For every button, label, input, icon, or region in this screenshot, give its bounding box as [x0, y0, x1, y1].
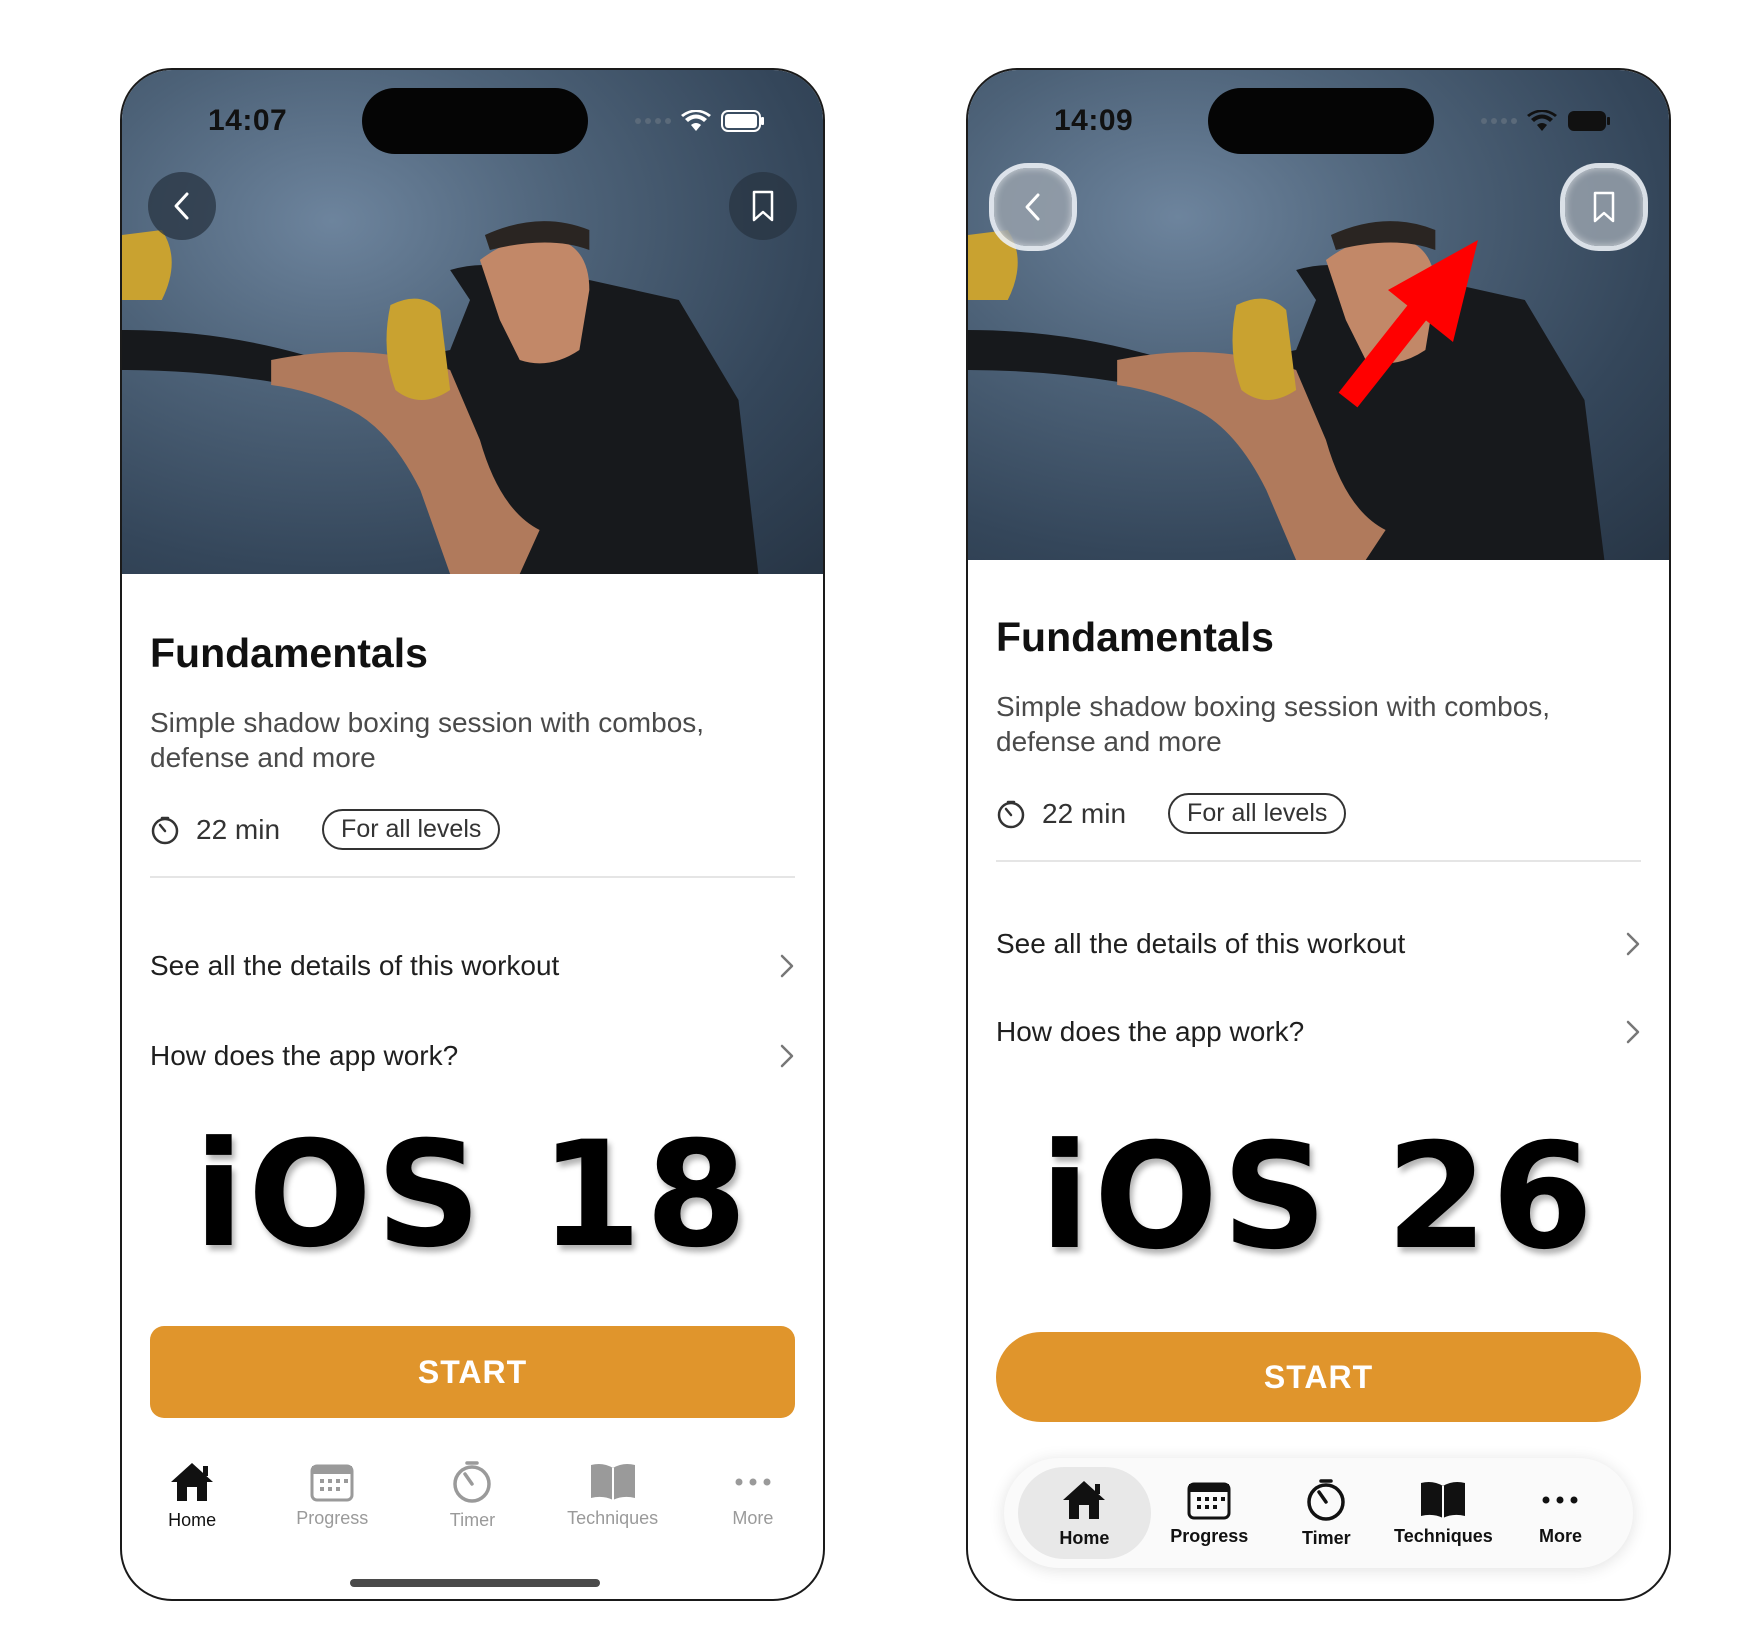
tab-techniques[interactable]: Techniques	[1385, 1458, 1502, 1568]
details-link-label: See all the details of this workout	[150, 950, 560, 981]
workout-title: Fundamentals	[150, 630, 428, 676]
how-it-works-link[interactable]: How does the app work?	[996, 1016, 1641, 1048]
workout-info: Fundamentals Simple shadow boxing sessio…	[150, 630, 795, 1072]
tab-label: Techniques	[567, 1507, 659, 1528]
level-badge: For all levels	[322, 809, 501, 850]
bookmark-button[interactable]	[1565, 168, 1643, 246]
hero-image: 14:09	[968, 70, 1669, 560]
book-icon	[590, 1463, 635, 1500]
chevron-right-icon	[780, 954, 794, 978]
tab-timer[interactable]: Timer	[1268, 1458, 1385, 1568]
status-time: 14:07	[208, 104, 288, 137]
home-icon	[171, 1462, 214, 1501]
workout-title: Fundamentals	[996, 614, 1274, 660]
chevron-right-icon	[1626, 1020, 1640, 1044]
workout-info: Fundamentals Simple shadow boxing sessio…	[996, 614, 1641, 1048]
how-it-works-link[interactable]: How does the app work?	[150, 1040, 795, 1072]
dynamic-island	[362, 88, 588, 154]
timer-icon	[453, 1460, 492, 1503]
calendar-icon	[310, 1464, 354, 1501]
start-button[interactable]: START	[996, 1332, 1641, 1422]
battery-icon	[721, 110, 764, 132]
tab-label: Home	[168, 1509, 217, 1530]
tab-label: More	[732, 1507, 774, 1528]
phone-ios18: 14:07 Fundamentals Simple shadow boxing …	[120, 68, 825, 1601]
book-icon	[1421, 1481, 1466, 1518]
tab-label: Home	[1059, 1527, 1110, 1548]
os-version-label: iOS 18	[193, 1110, 752, 1280]
timer-icon	[1307, 1478, 1346, 1521]
workout-meta: 22 min For all levels	[150, 809, 795, 850]
status-time: 14:09	[1054, 104, 1134, 137]
tab-home[interactable]: Home	[132, 1450, 252, 1540]
signal-icon	[1481, 118, 1517, 124]
details-link[interactable]: See all the details of this workout	[996, 928, 1641, 960]
bookmark-icon	[1593, 191, 1615, 223]
tab-label: Progress	[1170, 1525, 1249, 1546]
hero-image: 14:07	[122, 70, 823, 574]
chevron-left-icon	[174, 192, 189, 220]
timer-icon	[151, 816, 179, 844]
duration-label: 22 min	[1042, 797, 1127, 829]
tab-label: More	[1538, 1525, 1582, 1546]
battery-icon	[1568, 111, 1610, 131]
timer-icon	[997, 800, 1025, 828]
details-link-label: See all the details of this workout	[996, 928, 1406, 959]
workout-meta: 22 min For all levels	[996, 793, 1641, 834]
tab-label: Timer	[449, 1509, 496, 1530]
tab-more[interactable]: More	[693, 1450, 813, 1540]
tab-timer[interactable]: Timer	[412, 1450, 532, 1540]
annotation-arrow	[1338, 240, 1478, 408]
tab-label: Timer	[1301, 1527, 1351, 1548]
how-it-works-label: How does the app work?	[996, 1016, 1305, 1047]
home-indicator	[350, 1579, 600, 1587]
dynamic-island	[1208, 88, 1434, 154]
bookmark-icon	[752, 190, 774, 222]
status-icons	[635, 110, 765, 132]
calendar-icon	[1187, 1482, 1231, 1519]
chevron-right-icon	[780, 1044, 794, 1068]
chevron-left-icon	[1025, 193, 1040, 221]
phone-ios26: 14:09 Fundamentals Simple shadow boxing …	[966, 68, 1671, 1601]
tab-progress[interactable]: Progress	[1151, 1458, 1268, 1568]
tab-label: Techniques	[1394, 1525, 1493, 1546]
back-button[interactable]	[994, 168, 1072, 246]
duration-label: 22 min	[196, 813, 281, 845]
more-icon	[1542, 1496, 1578, 1503]
tab-bar: Home Progress Timer Techniques More	[1004, 1458, 1633, 1568]
workout-description: Simple shadow boxing session with combos…	[150, 707, 705, 773]
back-button[interactable]	[148, 172, 216, 240]
tab-techniques[interactable]: Techniques	[553, 1450, 673, 1540]
os-version-label: iOS 26	[1039, 1112, 1598, 1282]
signal-icon	[635, 118, 671, 124]
home-icon	[1063, 1480, 1106, 1519]
status-icons	[1481, 110, 1611, 132]
tab-label: Progress	[296, 1507, 369, 1528]
divider	[150, 876, 795, 878]
how-it-works-label: How does the app work?	[150, 1040, 459, 1071]
tab-more[interactable]: More	[1502, 1458, 1619, 1568]
tab-home[interactable]: Home	[1018, 1467, 1151, 1559]
bookmark-button[interactable]	[729, 172, 797, 240]
divider	[996, 860, 1641, 862]
wifi-icon	[1527, 110, 1557, 131]
start-button[interactable]: START	[150, 1326, 795, 1418]
tab-bar: Home Progress Timer Techniques More	[122, 1450, 823, 1540]
level-badge: For all levels	[1168, 793, 1347, 834]
wifi-icon	[681, 110, 711, 131]
workout-description: Simple shadow boxing session with combos…	[996, 691, 1551, 757]
details-link[interactable]: See all the details of this workout	[150, 950, 795, 982]
more-icon	[735, 1478, 771, 1485]
tab-progress[interactable]: Progress	[272, 1450, 392, 1540]
chevron-right-icon	[1626, 932, 1640, 956]
